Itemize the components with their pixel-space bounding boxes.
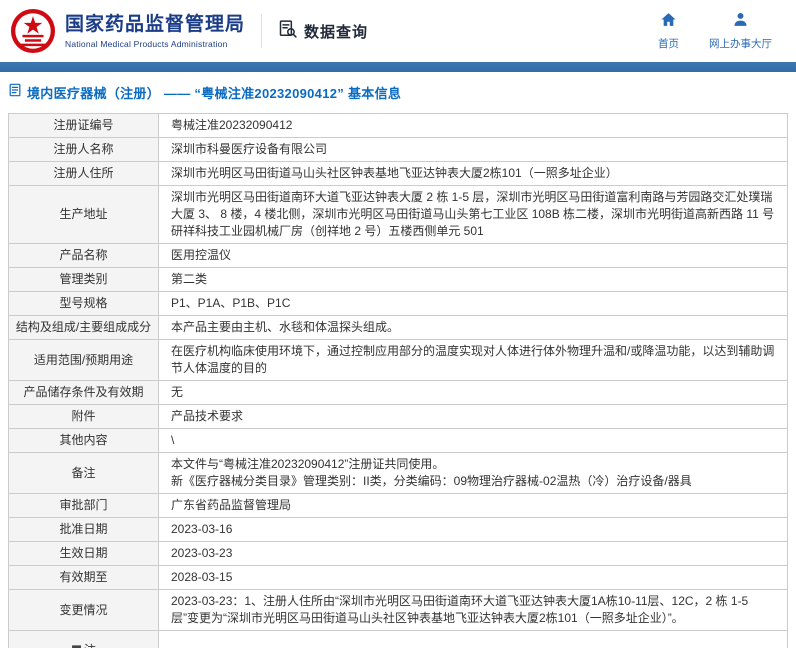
- document-icon: [8, 83, 22, 102]
- table-row: 适用范围/预期用途 在医疗机构临床使用环境下，通过控制应用部分的温度实现对人体进…: [8, 339, 788, 381]
- table-row: 产品储存条件及有效期 无: [8, 380, 788, 405]
- field-value: 2023-03-23: [158, 541, 788, 566]
- field-label: 产品储存条件及有效期: [8, 380, 159, 405]
- table-row: 生效日期 2023-03-23: [8, 541, 788, 566]
- national-emblem-icon: [10, 8, 56, 54]
- page-title-row: 境内医疗器械（注册） —— “粤械注准20232090412” 基本信息: [0, 72, 796, 111]
- document-search-icon: [278, 19, 298, 44]
- field-label: 结构及组成/主要组成成分: [8, 315, 159, 340]
- registration-info-table: 注册证编号 粤械注准20232090412 注册人名称 深圳市科曼医疗设备有限公…: [8, 113, 788, 648]
- field-value: \: [158, 428, 788, 453]
- field-value: 深圳市科曼医疗设备有限公司: [158, 137, 788, 162]
- field-label: 注: [84, 643, 96, 648]
- page-title: 境内医疗器械（注册） —— “粤械注准20232090412” 基本信息: [27, 86, 402, 101]
- nav-online-hall[interactable]: 网上办事大厅: [709, 11, 772, 51]
- field-label: 管理类别: [8, 267, 159, 292]
- table-row: 注册证编号 粤械注准20232090412: [8, 113, 788, 138]
- table-row: 产品名称 医用控温仪: [8, 243, 788, 268]
- table-row: 型号规格 P1、P1A、P1B、P1C: [8, 291, 788, 316]
- table-row: 有效期至 2028-03-15: [8, 565, 788, 590]
- field-label: 产品名称: [8, 243, 159, 268]
- header-nav: 首页 网上办事大厅: [658, 11, 780, 51]
- field-label: 其他内容: [8, 428, 159, 453]
- field-label: 有效期至: [8, 565, 159, 590]
- field-value: 本文件与“粤械注准20232090412”注册证共同使用。 新《医疗器械分类目录…: [158, 452, 788, 494]
- field-value: 广东省药品监督管理局: [158, 493, 788, 518]
- field-value: 产品技术要求: [158, 404, 788, 429]
- field-label: 生产地址: [8, 185, 159, 244]
- table-row: 附件 产品技术要求: [8, 404, 788, 429]
- field-value: 无: [158, 380, 788, 405]
- field-label: 批准日期: [8, 517, 159, 542]
- table-row: 变更情况 2023-03-23：1、注册人住所由“深圳市光明区马田街道南环大道飞…: [8, 589, 788, 631]
- field-label: 审批部门: [8, 493, 159, 518]
- field-label: 注册证编号: [8, 113, 159, 138]
- field-label: 备注: [8, 452, 159, 494]
- field-value: 粤械注准20232090412: [158, 113, 788, 138]
- comment-icon: [71, 643, 82, 648]
- field-value: 深圳市光明区马田街道马山头社区钟表基地飞亚达钟表大厦2栋101（一照多址企业）: [158, 161, 788, 186]
- field-value: 第二类: [158, 267, 788, 292]
- home-icon: [660, 11, 677, 33]
- table-row: 其他内容 \: [8, 428, 788, 453]
- field-value: 在医疗机构临床使用环境下，通过控制应用部分的温度实现对人体进行体外物理升温和/或…: [158, 339, 788, 381]
- field-value: 2028-03-15: [158, 565, 788, 590]
- org-names: 国家药品监督管理局 National Medical Products Admi…: [65, 13, 245, 49]
- nav-online-hall-label: 网上办事大厅: [709, 38, 772, 50]
- field-label: 适用范围/预期用途: [8, 339, 159, 381]
- nav-home-label: 首页: [658, 38, 679, 50]
- table-row: 注册人住所 深圳市光明区马田街道马山头社区钟表基地飞亚达钟表大厦2栋101（一照…: [8, 161, 788, 186]
- field-label: 附件: [8, 404, 159, 429]
- field-value: 2023-03-23：1、注册人住所由“深圳市光明区马田街道南环大道飞亚达钟表大…: [158, 589, 788, 631]
- table-row: 注册人名称 深圳市科曼医疗设备有限公司: [8, 137, 788, 162]
- field-label: 型号规格: [8, 291, 159, 316]
- field-value: 医用控温仪: [158, 243, 788, 268]
- table-row: 审批部门 广东省药品监督管理局: [8, 493, 788, 518]
- field-label: 注册人住所: [8, 161, 159, 186]
- table-row: 生产地址 深圳市光明区马田街道南环大道飞亚达钟表大厦 2 栋 1-5 层，深圳市…: [8, 185, 788, 244]
- field-label-note: 注: [8, 630, 159, 648]
- header-divider: [261, 14, 263, 48]
- field-label: 变更情况: [8, 589, 159, 631]
- table-row: 备注 本文件与“粤械注准20232090412”注册证共同使用。 新《医疗器械分…: [8, 452, 788, 494]
- field-label: 生效日期: [8, 541, 159, 566]
- data-query-section[interactable]: 数据查询: [278, 19, 368, 44]
- table-row: 注 详情: [8, 630, 788, 648]
- org-name-en: National Medical Products Administration: [65, 38, 228, 49]
- field-value: 详情: [158, 630, 788, 648]
- field-label: 注册人名称: [8, 137, 159, 162]
- table-row: 结构及组成/主要组成成分 本产品主要由主机、水毯和体温探头组成。: [8, 315, 788, 340]
- org-name-cn: 国家药品监督管理局: [65, 14, 246, 36]
- field-value: P1、P1A、P1B、P1C: [158, 291, 788, 316]
- field-value: 深圳市光明区马田街道南环大道飞亚达钟表大厦 2 栋 1-5 层，深圳市光明区马田…: [158, 185, 788, 244]
- table-row: 管理类别 第二类: [8, 267, 788, 292]
- header-accent-bar: [0, 62, 796, 72]
- field-value: 本产品主要由主机、水毯和体温探头组成。: [158, 315, 788, 340]
- field-value: 2023-03-16: [158, 517, 788, 542]
- data-query-label: 数据查询: [304, 23, 369, 41]
- person-icon: [732, 11, 749, 33]
- header: 国家药品监督管理局 National Medical Products Admi…: [0, 0, 796, 62]
- nav-home[interactable]: 首页: [658, 11, 679, 51]
- table-row: 批准日期 2023-03-16: [8, 517, 788, 542]
